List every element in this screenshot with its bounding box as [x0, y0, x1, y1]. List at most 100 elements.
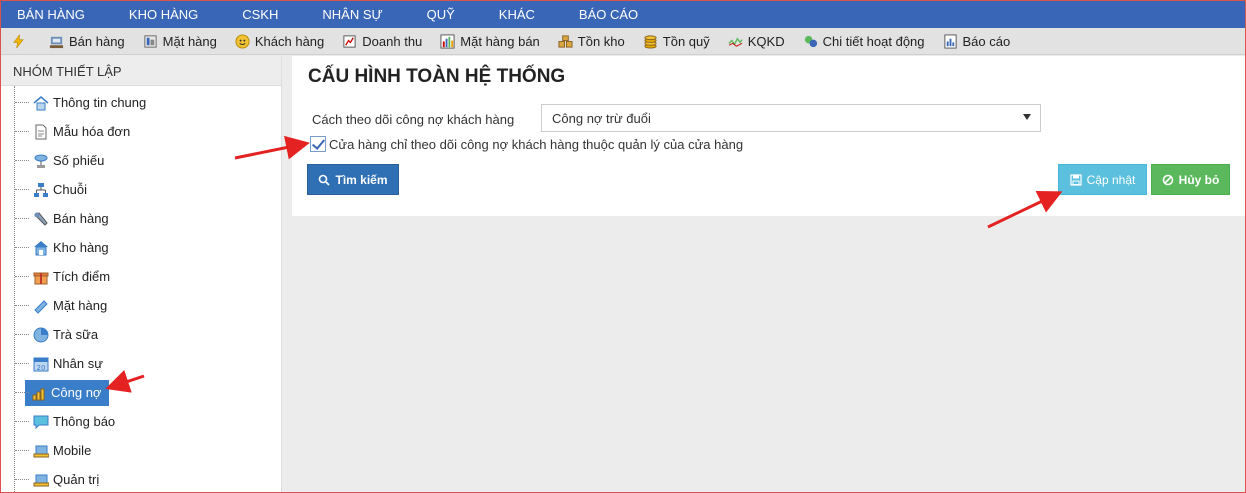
sidebar-item-label: Thông báo — [53, 414, 116, 429]
tag-icon — [34, 299, 48, 314]
settings-sidebar: NHÓM THIẾT LẬP Thông tin chung Mẫu hóa đ… — [1, 56, 282, 492]
ban-icon — [1162, 174, 1173, 185]
sidebar-item-label: Trà sữa — [53, 327, 99, 342]
toolbar-ton-kho[interactable]: Tồn kho — [558, 34, 625, 49]
coins-icon — [32, 388, 45, 400]
sidebar-item-label: Kho hàng — [53, 240, 109, 255]
toolbar-label: Khách hàng — [254, 33, 325, 49]
warehouse-icon — [34, 240, 48, 255]
toolbar-mat-hang-ban[interactable]: Mặt hàng bán — [440, 34, 540, 49]
toolbar-bao-cao[interactable]: Báo cáo — [943, 33, 1011, 49]
toolbar-label: Báo cáo — [962, 33, 1011, 49]
chat-icon — [33, 415, 49, 429]
quick-toolbar: Bán hàng Mặt hàng Khách hàng Doanh thu M… — [1, 28, 1245, 55]
settings-tree: Thông tin chung Mẫu hóa đơn Số phiếu Chu… — [1, 86, 281, 492]
sidebar-item-so-phieu[interactable]: Số phiếu — [1, 146, 281, 175]
toolbar-label: Bán hàng — [69, 33, 125, 49]
sidebar-title: NHÓM THIẾT LẬP — [1, 56, 281, 86]
app-frame: BÁN HÀNG KHO HÀNG CSKH NHÂN SỰ QUỸ KHÁC … — [0, 0, 1246, 493]
stock-icon — [558, 34, 573, 48]
admin-icon — [33, 474, 49, 486]
toolbar-label: KQKD — [747, 33, 785, 49]
sidebar-item-thong-tin-chung[interactable]: Thông tin chung — [1, 88, 281, 117]
toolbar-label: Tồn quỹ — [662, 33, 710, 49]
store-only-checkbox[interactable] — [310, 136, 326, 152]
pos-icon — [49, 36, 64, 48]
sidebar-item-ban-hang[interactable]: Bán hàng — [1, 204, 281, 233]
sidebar-item-mau-hoa-don[interactable]: Mẫu hóa đơn — [1, 117, 281, 146]
debt-tracking-select[interactable]: Công nợ trừ đuổi — [541, 104, 1041, 132]
network-icon — [34, 154, 48, 168]
sidebar-item-label: Số phiếu — [53, 153, 105, 168]
sidebar-item-label: Quản trị — [53, 472, 100, 487]
search-button[interactable]: Tìm kiếm — [307, 164, 399, 195]
search-button-label: Tìm kiếm — [335, 172, 388, 187]
caret-down-icon — [1023, 114, 1031, 120]
toolbar-mat-hang[interactable]: Mặt hàng — [143, 34, 217, 49]
debt-tracking-value: Công nợ trừ đuổi — [552, 111, 651, 126]
menu-kho-hang[interactable]: KHO HÀNG — [129, 7, 198, 22]
menu-nhan-su[interactable]: NHÂN SỰ — [322, 7, 382, 22]
store-only-checkbox-row: Cửa hàng chỉ theo dõi công nợ khách hàng… — [310, 136, 743, 152]
sidebar-item-label: Tích điểm — [53, 269, 111, 284]
menu-khac[interactable]: KHÁC — [499, 7, 535, 22]
cancel-button[interactable]: Hủy bỏ — [1151, 164, 1230, 195]
gift-icon — [33, 272, 49, 284]
sidebar-item-mat-hang[interactable]: Mặt hàng — [1, 291, 281, 320]
sidebar-item-chuoi[interactable]: Chuỗi — [1, 175, 281, 204]
sidebar-item-label: Mẫu hóa đơn — [53, 124, 131, 139]
toolbar-doanh-thu[interactable]: Doanh thu — [342, 34, 422, 49]
activity-icon — [804, 35, 817, 47]
sidebar-item-cong-no[interactable]: Công nợ — [1, 378, 281, 407]
update-button-label: Cập nhật — [1086, 172, 1136, 187]
sidebar-item-label: Bán hàng — [53, 211, 109, 226]
product-icon — [144, 34, 157, 48]
sidebar-item-label: Nhân sự — [53, 356, 103, 371]
sidebar-item-label: Chuỗi — [53, 182, 87, 197]
sidebar-item-kho-hang[interactable]: Kho hàng — [1, 233, 281, 262]
report-icon — [943, 33, 957, 49]
toolbar-label: Doanh thu — [362, 33, 423, 49]
menu-bao-cao[interactable]: BÁO CÁO — [579, 7, 638, 22]
menu-quy[interactable]: QUỸ — [427, 7, 455, 22]
toolbar-kqkd[interactable]: KQKD — [728, 34, 785, 49]
lightning-icon — [13, 33, 24, 48]
tools-icon — [34, 211, 48, 226]
chart-icon — [440, 33, 455, 49]
toolbar-label: Chi tiết hoạt động — [822, 33, 925, 49]
toolbar-chi-tiet-hoat-dong[interactable]: Chi tiết hoạt động — [803, 34, 925, 49]
menu-ban-hang[interactable]: BÁN HÀNG — [17, 7, 85, 22]
menu-cskh[interactable]: CSKH — [242, 7, 278, 22]
toolbar-label: Tồn kho — [577, 33, 625, 49]
active-item-highlight: Công nợ — [25, 379, 110, 406]
hierarchy-icon — [34, 182, 48, 197]
sidebar-item-label: Thông tin chung — [53, 95, 147, 110]
sidebar-item-quan-tri[interactable]: Quản trị — [1, 465, 281, 492]
sidebar-item-nhan-su[interactable]: 20 Nhân sự — [1, 349, 281, 378]
toolbar-ban-hang[interactable]: Bán hàng — [49, 34, 125, 49]
toolbar-label: Mặt hàng bán — [460, 33, 540, 49]
lightning-button[interactable] — [11, 33, 31, 49]
page-title: CẤU HÌNH TOÀN HỆ THỐNG — [308, 66, 566, 87]
mobile-icon — [33, 445, 49, 457]
toolbar-label: Mặt hàng — [162, 33, 217, 49]
toolbar-khach-hang[interactable]: Khách hàng — [235, 34, 324, 49]
search-icon — [319, 174, 331, 186]
store-only-checkbox-label: Cửa hàng chỉ theo dõi công nợ khách hàng… — [329, 136, 744, 152]
top-menu: BÁN HÀNG KHO HÀNG CSKH NHÂN SỰ QUỸ KHÁC … — [1, 1, 1245, 28]
svg-text:20: 20 — [37, 364, 46, 372]
calendar-icon: 20 — [33, 357, 49, 372]
toolbar-ton-quy[interactable]: Tồn quỹ — [643, 34, 710, 49]
revenue-icon — [343, 34, 356, 48]
update-button[interactable]: Cập nhật — [1058, 164, 1147, 195]
sidebar-item-label: Công nợ — [51, 385, 102, 400]
sidebar-item-mobile[interactable]: Mobile — [1, 436, 281, 465]
sidebar-item-tich-diem[interactable]: Tích điểm — [1, 262, 281, 291]
sidebar-item-label: Mặt hàng — [53, 298, 108, 313]
line-chart-icon — [728, 36, 743, 47]
sidebar-item-thong-bao[interactable]: Thông báo — [1, 407, 281, 436]
customer-icon — [235, 33, 250, 49]
sidebar-item-tra-sua[interactable]: Trà sữa — [1, 320, 281, 349]
cancel-button-label: Hủy bỏ — [1178, 172, 1220, 187]
sidebar-item-label: Mobile — [53, 443, 92, 458]
